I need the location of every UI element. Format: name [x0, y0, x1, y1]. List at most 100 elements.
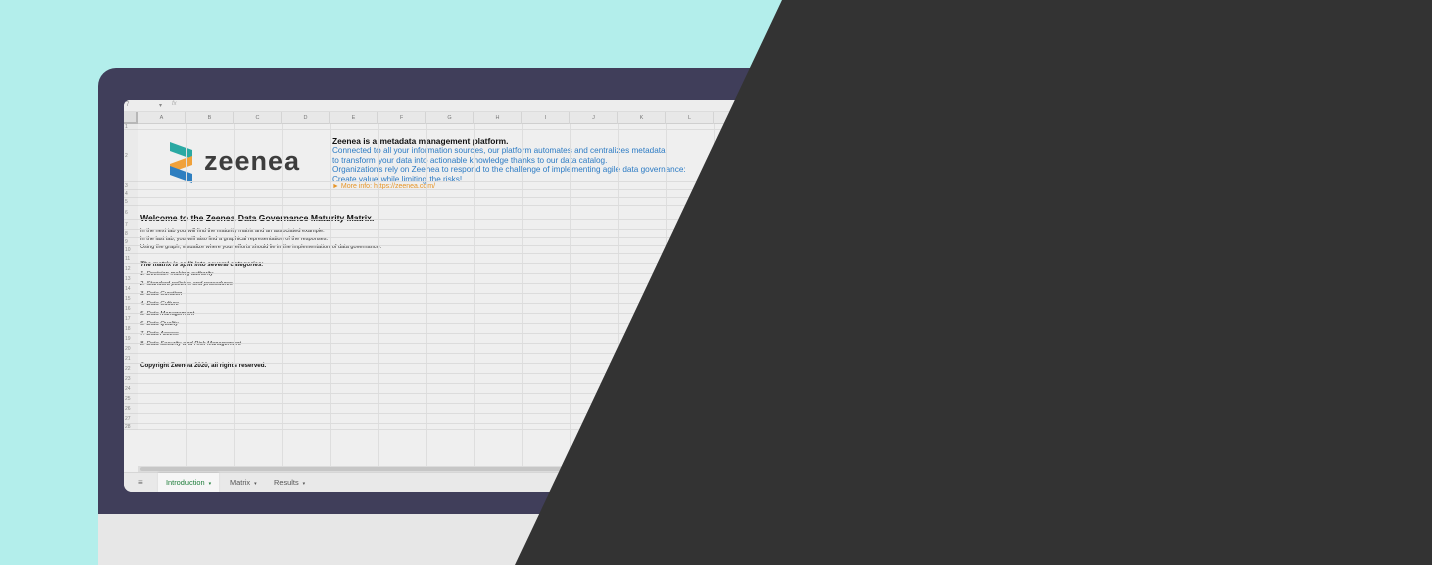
cell-reference[interactable]: 7 — [126, 102, 129, 108]
formula-bar: 7 ▾ fx — [124, 100, 1374, 112]
grid-row-line — [138, 197, 1374, 198]
row-header[interactable]: 28 — [124, 424, 138, 430]
row-header[interactable]: 17 — [124, 314, 138, 324]
row-header[interactable]: 19 — [124, 334, 138, 344]
sheet-tab-bar: ≡ Introduction ▾ Matrix ▾ Results ▾ — [124, 472, 1374, 492]
column-header[interactable]: B — [186, 112, 234, 124]
grid-column-line — [618, 124, 619, 466]
row-header[interactable]: 8 — [124, 230, 138, 238]
tab-matrix[interactable]: Matrix ▾ — [222, 473, 265, 492]
row-header[interactable]: 23 — [124, 374, 138, 384]
logo-wordmark: zeenea — [204, 146, 301, 176]
column-header[interactable]: D — [282, 112, 330, 124]
grid-row-line — [138, 429, 1374, 430]
row-header[interactable]: 13 — [124, 274, 138, 284]
category-item: 3. Data Curation — [140, 291, 183, 297]
row-header[interactable]: 24 — [124, 384, 138, 394]
grid-row-line — [138, 313, 1374, 314]
grid-column-line — [426, 124, 427, 466]
row-header[interactable]: 18 — [124, 324, 138, 334]
row-header[interactable]: 2 — [124, 130, 138, 182]
chevron-down-icon[interactable]: ▾ — [159, 102, 162, 109]
row-header[interactable]: 27 — [124, 414, 138, 424]
grid-column-line — [714, 124, 715, 466]
row-header[interactable]: 4 — [124, 190, 138, 198]
intro-line: Organizations rely on Zeenea to respond … — [332, 165, 686, 175]
formula-icon[interactable]: fx — [172, 101, 177, 107]
grid-row-line — [138, 303, 1374, 304]
row-header[interactable]: 16 — [124, 304, 138, 314]
tab-label: Introduction — [166, 478, 205, 487]
select-all-corner[interactable] — [124, 112, 138, 124]
grid-column-line — [666, 124, 667, 466]
row-header[interactable]: 21 — [124, 354, 138, 364]
row-header[interactable]: 6 — [124, 206, 138, 220]
zeenea-logo: zeenea — [168, 140, 308, 184]
row-header[interactable]: 11 — [124, 254, 138, 264]
row-header[interactable]: 5 — [124, 198, 138, 206]
column-header[interactable]: F — [378, 112, 426, 124]
column-headers: ABCDEFGHIJKL — [124, 112, 1374, 124]
row-header[interactable]: 25 — [124, 394, 138, 404]
grid-row-line — [138, 229, 1374, 230]
row-header[interactable]: 3 — [124, 182, 138, 190]
column-header[interactable]: K — [618, 112, 666, 124]
grid-row-line — [138, 363, 1374, 364]
grid-row-line — [138, 343, 1374, 344]
intro-line: to transform your data into actionable k… — [332, 155, 608, 165]
row-header[interactable]: 15 — [124, 294, 138, 304]
all-sheets-menu-icon[interactable]: ≡ — [138, 478, 143, 487]
grid-row-line — [138, 237, 1374, 238]
grid-row-line — [138, 129, 1374, 130]
category-item: 8. Data Security and Risk Management — [140, 341, 241, 347]
grid-row-line — [138, 283, 1374, 284]
welcome-heading: Welcome to the Zeenea Data Governance Ma… — [140, 213, 375, 223]
category-item: 7. Data Access — [140, 331, 179, 337]
row-header[interactable]: 7 — [124, 220, 138, 230]
intro-line: Connected to all your information source… — [332, 146, 666, 155]
grid-row-line — [138, 219, 1374, 220]
grid-column-line — [570, 124, 571, 466]
grid-column-line — [234, 124, 235, 466]
grid-row-line — [138, 323, 1374, 324]
row-header[interactable]: 22 — [124, 364, 138, 374]
grid-column-line — [330, 124, 331, 466]
row-header[interactable]: 9 — [124, 238, 138, 246]
column-header[interactable]: E — [330, 112, 378, 124]
chevron-down-icon[interactable]: ▾ — [209, 481, 212, 487]
grid-row-line — [138, 181, 1374, 182]
column-header[interactable]: I — [522, 112, 570, 124]
chevron-down-icon[interactable]: ▾ — [303, 481, 306, 487]
grid-row-line — [138, 189, 1374, 190]
tab-results[interactable]: Results ▾ — [266, 473, 313, 492]
grid-column-line — [282, 124, 283, 466]
row-header[interactable]: 14 — [124, 284, 138, 294]
row-header[interactable]: 12 — [124, 264, 138, 274]
grid-row-line — [138, 403, 1374, 404]
grid-row-line — [138, 373, 1374, 374]
row-header[interactable]: 26 — [124, 404, 138, 414]
column-header[interactable]: J — [570, 112, 618, 124]
row-header[interactable]: 10 — [124, 246, 138, 254]
row-header[interactable]: 20 — [124, 344, 138, 354]
grid-row-line — [138, 353, 1374, 354]
grid-row-line — [138, 205, 1374, 206]
chevron-down-icon[interactable]: ▾ — [254, 481, 257, 487]
column-header[interactable]: G — [426, 112, 474, 124]
tab-label: Matrix — [230, 478, 251, 487]
column-header[interactable]: A — [138, 112, 186, 124]
category-item: 1. Decision-making authority — [140, 271, 214, 277]
grid-row-line — [138, 263, 1374, 264]
grid-row-line — [138, 245, 1374, 246]
sheet-grid[interactable]: zeenea Zeenea is a metadata management p… — [124, 124, 1374, 466]
spreadsheet-screen: 7 ▾ fx ABCDEFGHIJKL zeenea Zeenea is a m… — [124, 100, 1374, 492]
scrollbar-thumb[interactable] — [140, 467, 780, 471]
category-item: 4. Data Culture — [140, 301, 179, 307]
tab-introduction[interactable]: Introduction ▾ — [158, 473, 220, 492]
intro-title: Zeenea is a metadata management platform… — [332, 136, 509, 146]
column-header[interactable]: L — [666, 112, 714, 124]
intro-block: Zeenea is a metadata management platform… — [332, 136, 792, 184]
column-header[interactable]: C — [234, 112, 282, 124]
zeenea-logo-icon — [170, 142, 192, 183]
column-header[interactable]: H — [474, 112, 522, 124]
